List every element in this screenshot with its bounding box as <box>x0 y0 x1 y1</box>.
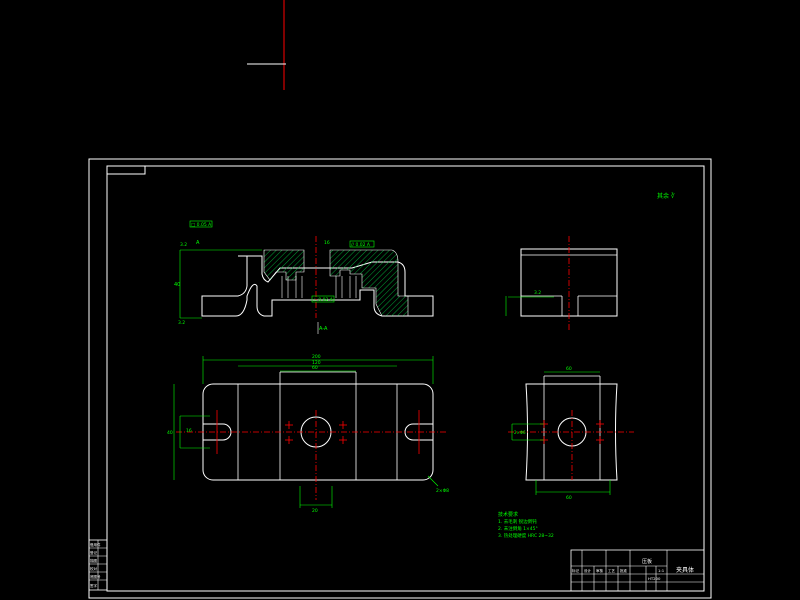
top-overall-dim: 200 <box>312 354 321 360</box>
title-name: 压板 <box>642 558 652 565</box>
side-table-cell: 底图号 <box>90 574 101 579</box>
plan-width-dim: 60 <box>566 366 572 372</box>
top-slot-h-dim: 40 <box>167 430 173 436</box>
tech-requirements: 技术要求 1. 去毛刺 锐边倒钝 2. 未注倒角 1×45° 3. 热处理硬度 … <box>498 511 554 539</box>
height-dim: 40 <box>174 282 180 288</box>
construction-lines <box>247 0 286 90</box>
title-row: 工艺 <box>608 568 616 573</box>
section-label: A-A <box>319 326 328 332</box>
top-view: 200 120 60 20 16 40 2×Φ8 <box>167 354 449 514</box>
front-view: □ 0.05 A // 0.02 A ⊥ 0.02 A 40 A 3.2 3.2… <box>174 220 434 334</box>
title-part-name: 夹具体 <box>676 566 694 574</box>
parallel-frame: // 0.02 A <box>351 242 371 248</box>
side-table-cell: 校对 <box>90 566 97 571</box>
top-hole-note: 2×Φ8 <box>436 488 449 494</box>
roughness-note: 其余 ∛ <box>657 192 675 200</box>
side-view: 3.2 <box>505 236 618 332</box>
tech-heading: 技术要求 <box>498 511 518 518</box>
title-scale: 1:1 <box>658 568 665 573</box>
title-material: HT200 <box>648 576 661 581</box>
side-rough: 3.2 <box>534 290 541 296</box>
side-table-cell: 借用件 <box>90 542 101 547</box>
title-row: 设计 <box>584 568 592 573</box>
side-table-cell: 描图 <box>90 558 97 563</box>
tech-item: 2. 未注倒角 1×45° <box>498 525 538 532</box>
slot-dim: 16 <box>324 240 330 246</box>
rough-bottom: 3.2 <box>178 320 185 326</box>
title-row: 批准 <box>620 568 628 573</box>
tech-item: 1. 去毛刺 锐边倒钝 <box>498 518 537 525</box>
plan-bottom-dim: 60 <box>566 495 572 501</box>
side-plan-view: 60 60 2×Φ6 <box>508 366 634 501</box>
title-row: 审核 <box>596 568 604 573</box>
title-row: 标记 <box>572 568 580 573</box>
top-bottom-dim: 20 <box>312 508 318 514</box>
plan-hole-dim: 2×Φ6 <box>514 430 526 435</box>
cad-drawing-canvas: 其余 ∛ □ 0.05 A // 0.02 A ⊥ 0.02 A 40 A 3.… <box>88 0 712 599</box>
perpendicular-frame: ⊥ 0.02 A <box>313 297 334 303</box>
title-block: 压板 夹具体 HT200 1:1 标记 设计 审核 工艺 批准 <box>570 549 705 592</box>
drawing-frame <box>88 158 712 599</box>
flatness-frame: □ 0.05 A <box>191 222 212 228</box>
datum-label: A <box>196 240 200 246</box>
tech-item: 3. 热处理硬度 HRC 28~32 <box>498 532 554 539</box>
side-table: 借用件 登记 描图 校对 底图号 签字 <box>88 539 108 591</box>
top-center-dim: 60 <box>312 365 318 371</box>
side-table-cell: 登记 <box>90 550 97 555</box>
top-slot-w-dim: 16 <box>186 428 192 434</box>
side-table-cell: 签字 <box>90 583 97 588</box>
rough-left: 3.2 <box>180 242 187 248</box>
